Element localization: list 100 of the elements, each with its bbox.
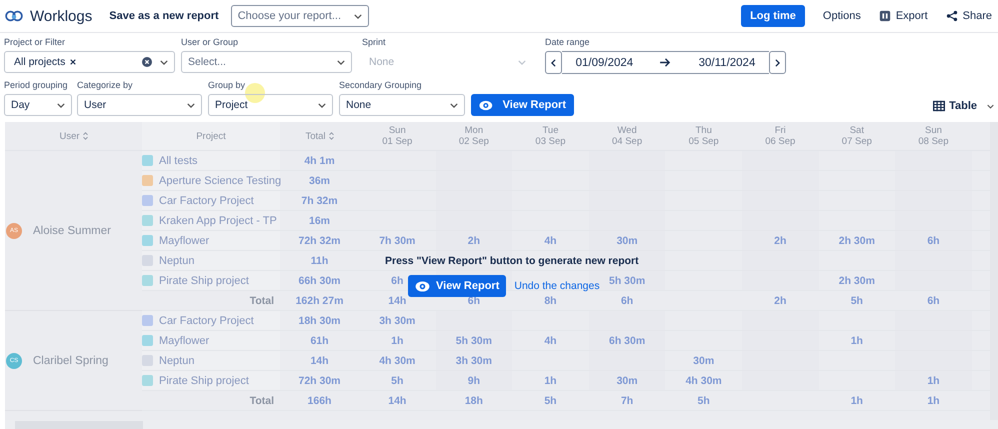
grouping-select[interactable]: None — [339, 94, 465, 116]
column-header[interactable]: Project — [196, 130, 226, 142]
time-cell: 1h — [391, 334, 404, 346]
project-name: Kraken App Project - TP — [159, 214, 277, 226]
chevron-right-icon — [775, 58, 780, 66]
sort-icon[interactable] — [82, 132, 88, 140]
project-name: Car Factory Project — [159, 194, 254, 206]
end-date-field[interactable]: 30/11/2024 — [698, 56, 756, 68]
project-name: Pirate Ship project — [159, 274, 249, 286]
app-title: Worklogs — [30, 8, 92, 24]
time-cell: 6h — [620, 294, 634, 306]
chevron-down-icon — [160, 60, 168, 64]
time-cell: 4h — [544, 334, 557, 346]
time-cell: 4h 30m — [379, 354, 416, 366]
arrow-right-icon — [660, 58, 672, 67]
scrollbar-track[interactable] — [990, 122, 998, 420]
chevron-left-icon — [551, 58, 556, 66]
time-cell: 30m — [693, 354, 714, 366]
chevron-down-icon — [450, 102, 458, 108]
user-select[interactable]: Select... — [181, 51, 352, 73]
filter-label: Project or Filter — [4, 37, 66, 48]
project-name: Aperture Science Testing — [159, 174, 282, 186]
total-cell: 72h 30m — [298, 374, 341, 386]
time-cell: 6h — [927, 234, 940, 246]
view-report-button[interactable]: View Report — [471, 94, 574, 116]
total-cell: 16m — [308, 214, 330, 226]
project-name: Mayflower — [159, 334, 210, 346]
time-cell: 2h 30m — [838, 274, 875, 286]
view-mode-button[interactable]: Table — [933, 100, 994, 112]
start-date-field[interactable]: 01/09/2024 — [576, 56, 634, 68]
user-name: Aloise Summer — [33, 224, 111, 236]
table-icon — [933, 100, 946, 112]
time-cell: 8h — [544, 294, 557, 306]
total-cell: 18h 30m — [298, 314, 341, 326]
project-name: Pirate Ship project — [159, 374, 249, 386]
close-icon[interactable] — [70, 59, 76, 65]
time-cell: 6h — [927, 294, 940, 306]
log-time-button[interactable]: Log time — [741, 5, 805, 27]
day-column-header[interactable]: Fri 06 Sep — [742, 125, 819, 147]
time-cell: 18h — [464, 394, 483, 406]
project-name: Car Factory Project — [159, 314, 254, 326]
time-cell: 2h — [774, 234, 786, 246]
time-cell: 30m — [616, 374, 638, 386]
total-cell: 72h 32m — [298, 234, 341, 246]
time-cell: 5h 30m — [608, 274, 646, 286]
total-cell: 162h 27m — [296, 294, 344, 306]
report-select[interactable]: Choose your report... — [230, 5, 369, 27]
total-cell: 61h — [310, 334, 329, 346]
chevron-down-icon — [187, 102, 195, 108]
grouping-label: Categorize by — [77, 80, 134, 91]
day-column-header[interactable]: Wed 04 Sep — [588, 125, 666, 147]
export-icon — [878, 10, 891, 22]
grouping-select[interactable]: User — [77, 94, 202, 116]
project-name: Mayflower — [159, 234, 210, 246]
time-cell: 7h — [620, 394, 634, 406]
save-report-link[interactable]: Save as a new report — [109, 10, 219, 22]
chevron-down-icon — [518, 60, 526, 64]
share-button[interactable]: Share — [946, 10, 992, 22]
grouping-label: Period grouping — [4, 80, 69, 91]
time-cell: 1h — [850, 394, 863, 406]
project-tag[interactable]: All projects — [14, 56, 76, 68]
options-button[interactable]: Options — [822, 10, 861, 22]
previous-range-button[interactable] — [545, 51, 562, 74]
time-cell: 2h — [468, 234, 480, 246]
next-range-button[interactable] — [769, 51, 786, 74]
time-cell: 5h — [544, 394, 557, 406]
total-label: Total — [250, 394, 274, 406]
sort-icon[interactable] — [328, 132, 334, 140]
time-cell: 5h 30m — [456, 334, 492, 346]
time-cell: 3h 30m — [379, 314, 416, 326]
logo — [5, 9, 23, 23]
filter-label: User or Group — [181, 37, 240, 48]
day-column-header[interactable]: Thu 05 Sep — [665, 125, 742, 147]
total-cell: 66h 30m — [298, 274, 341, 286]
time-cell: 30m — [616, 234, 638, 246]
total-cell: 4h 1m — [304, 154, 335, 166]
time-cell: 3h 30m — [456, 354, 492, 366]
grouping-select[interactable]: Project — [208, 94, 333, 116]
chevron-down-icon — [354, 14, 362, 18]
export-button[interactable]: Export — [878, 10, 928, 22]
total-label: Total — [250, 294, 274, 306]
undo-link[interactable]: Undo the changes — [514, 280, 600, 292]
grouping-select[interactable]: Day — [4, 94, 72, 116]
time-cell: 4h — [544, 234, 557, 246]
project-filter-field[interactable]: All projects — [4, 51, 175, 73]
chevron-down-icon — [318, 102, 326, 108]
time-cell: 1h — [927, 374, 940, 386]
project-name: All tests — [159, 154, 198, 166]
time-cell: 1h — [927, 394, 940, 406]
chevron-down-icon — [57, 102, 65, 108]
view-report-button[interactable]: View Report — [408, 275, 506, 297]
time-cell: 4h 30m — [686, 374, 722, 386]
clear-icon[interactable] — [142, 57, 152, 67]
filter-label: Sprint — [362, 37, 387, 48]
time-cell: 7h 30m — [379, 234, 416, 246]
time-cell: 14h — [388, 294, 406, 306]
time-cell: 2h 30m — [838, 234, 875, 246]
time-cell: 5h — [850, 294, 863, 306]
user-name: Claribel Spring — [33, 354, 108, 366]
grouping-label: Secondary Grouping — [339, 80, 423, 91]
